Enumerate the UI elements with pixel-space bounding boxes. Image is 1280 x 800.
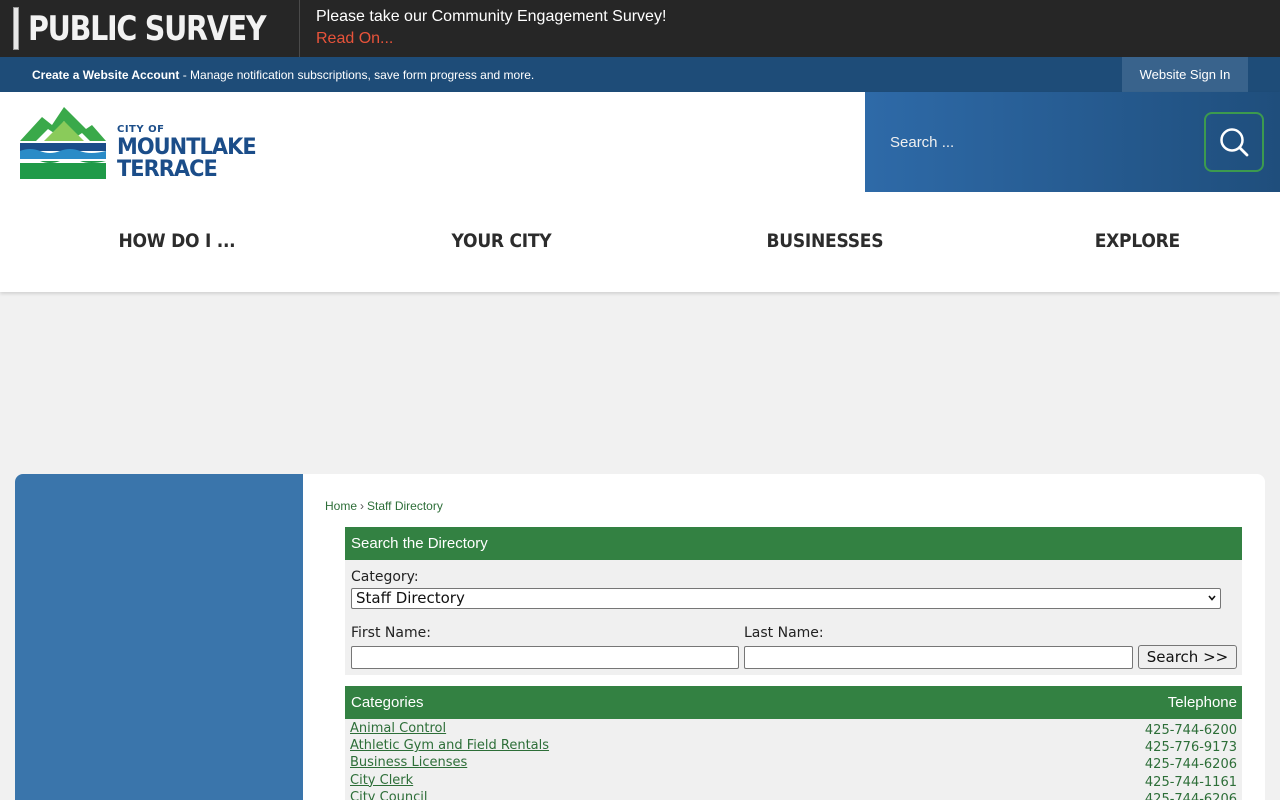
last-name-label: Last Name: — [744, 625, 824, 641]
sidebar — [15, 474, 303, 800]
site-search-input[interactable] — [885, 122, 1185, 162]
nav-how-do-i[interactable]: HOW DO I ... — [118, 230, 235, 252]
breadcrumb: Home › Staff Directory — [325, 499, 443, 513]
category-select[interactable]: Staff Directory — [351, 588, 1221, 609]
category-phone: 425-744-1161 — [1144, 774, 1237, 790]
table-row: City Clerk 425-744-1161 — [345, 773, 1242, 790]
breadcrumb-home[interactable]: Home — [325, 499, 357, 513]
logo-text: CITY OF MOUNTLAKE TERRACE — [117, 125, 263, 181]
city-logo[interactable]: CITY OF MOUNTLAKE TERRACE — [20, 107, 263, 181]
alert-bar: PUBLIC SURVEY Please take our Community … — [0, 0, 1280, 57]
search-button[interactable] — [1204, 112, 1264, 172]
nav-explore[interactable]: EXPLORE — [1095, 230, 1180, 252]
category-link[interactable]: City Clerk — [350, 773, 413, 788]
create-account-link[interactable]: Create a Website Account — [32, 68, 179, 82]
telephone-column-header: Telephone — [1167, 694, 1237, 711]
logo-mountlake: MOUNTLAKE — [117, 135, 257, 160]
search-icon — [1220, 128, 1249, 157]
breadcrumb-separator: › — [360, 499, 365, 513]
directory-search-form: Search the Directory Category: Staff Dir… — [345, 527, 1242, 675]
category-link[interactable]: Business Licenses — [350, 755, 467, 770]
table-row: Animal Control 425-744-6200 — [345, 721, 1242, 738]
categories-table-header: Categories Telephone — [345, 686, 1242, 719]
alert-label: PUBLIC SURVEY — [0, 0, 300, 57]
logo-city-of: CITY OF — [117, 124, 165, 135]
account-bar: Create a Website Account - Manage notifi… — [0, 57, 1280, 92]
alert-content: Please take our Community Engagement Sur… — [300, 0, 666, 57]
category-phone: 425-776-9173 — [1144, 740, 1237, 756]
category-phone: 425-744-6206 — [1144, 757, 1237, 773]
alert-read-on-link[interactable]: Read On... — [316, 28, 393, 50]
site-header: CITY OF MOUNTLAKE TERRACE HOW DO I ... Y… — [0, 92, 1280, 292]
alert-message: Please take our Community Engagement Sur… — [316, 8, 667, 25]
category-label: Category: — [351, 569, 419, 585]
category-link[interactable]: City Council — [350, 790, 428, 800]
category-phone: 425-744-6206 — [1144, 791, 1237, 800]
table-row: City Council 425-744-6206 — [345, 790, 1242, 800]
category-phone: 425-744-6200 — [1144, 723, 1237, 738]
category-selected-value: Staff Directory — [356, 589, 465, 607]
categories-column-header: Categories — [351, 694, 424, 711]
first-name-field[interactable] — [351, 646, 739, 669]
chevron-down-icon — [1208, 595, 1216, 601]
table-row: Athletic Gym and Field Rentals 425-776-9… — [345, 738, 1242, 755]
first-name-label: First Name: — [351, 625, 431, 641]
breadcrumb-current[interactable]: Staff Directory — [367, 499, 443, 513]
mountain-logo-icon — [20, 107, 106, 179]
main-nav: HOW DO I ... YOUR CITY BUSINESSES EXPLOR… — [0, 192, 1280, 292]
sign-in-button[interactable]: Website Sign In — [1122, 57, 1248, 92]
table-row: Business Licenses 425-744-6206 — [345, 755, 1242, 772]
account-text: Create a Website Account - Manage notifi… — [32, 68, 534, 82]
directory-search-heading: Search the Directory — [345, 527, 1242, 560]
directory-search-button[interactable]: Search >> — [1138, 645, 1237, 669]
categories-table: Categories Telephone Animal Control 425-… — [345, 686, 1242, 800]
categories-table-body: Animal Control 425-744-6200 Athletic Gym… — [345, 719, 1242, 800]
nav-your-city[interactable]: YOUR CITY — [452, 230, 552, 252]
search-panel — [865, 92, 1280, 192]
category-link[interactable]: Athletic Gym and Field Rentals — [350, 738, 549, 753]
nav-businesses[interactable]: BUSINESSES — [766, 230, 883, 252]
category-link[interactable]: Animal Control — [350, 721, 446, 736]
last-name-field[interactable] — [744, 646, 1133, 669]
account-description: - Manage notification subscriptions, sav… — [179, 68, 535, 82]
alert-title: PUBLIC SURVEY — [28, 8, 267, 49]
content-card: Home › Staff Directory Search the Director… — [15, 474, 1265, 800]
logo-terrace: TERRACE — [117, 157, 218, 182]
